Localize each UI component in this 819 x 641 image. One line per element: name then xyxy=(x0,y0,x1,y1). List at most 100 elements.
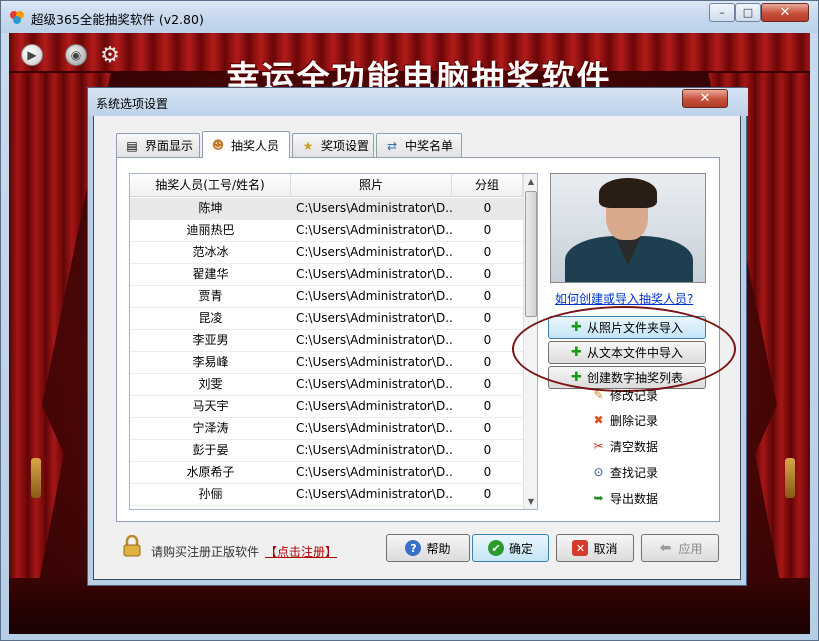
tab-display[interactable]: ▤ 界面显示 xyxy=(116,133,200,157)
sound-icon[interactable]: ◉ xyxy=(65,44,87,66)
cell-photo: C:\Users\Administrator\D... xyxy=(296,201,452,215)
cell-group: 0 xyxy=(483,443,492,457)
cell-name: 刘雯 xyxy=(198,377,223,391)
gear-icon[interactable]: ⚙ xyxy=(99,43,121,68)
cell-photo: C:\Users\Administrator\D... xyxy=(296,487,452,501)
button-label: 确定 xyxy=(508,541,533,556)
table-row[interactable]: 贾青 C:\Users\Administrator\D... 0 xyxy=(130,286,523,308)
table-row[interactable]: 范冰冰 C:\Users\Administrator\D... 0 xyxy=(130,242,523,264)
action-label: 导出数据 xyxy=(610,491,659,506)
cell-name: 李亚男 xyxy=(192,333,229,347)
clear-data-action[interactable]: ✂ 清空数据 xyxy=(591,437,658,455)
cell-photo: C:\Users\Administrator\D... xyxy=(296,399,452,413)
cell-name: 彭于晏 xyxy=(192,443,229,457)
table-row[interactable]: 迪丽热巴 C:\Users\Administrator\D... 0 xyxy=(130,220,523,242)
lock-icon xyxy=(123,535,141,557)
cell-name: 昆凌 xyxy=(198,311,223,325)
delete-record-action[interactable]: ✖ 删除记录 xyxy=(591,411,658,429)
table-row[interactable]: 李亚男 C:\Users\Administrator\D... 0 xyxy=(130,330,523,352)
title-bar[interactable]: 超级365全能抽奖软件 (v2.80) – □ ✕ xyxy=(1,1,818,33)
tab-label: 奖项设置 xyxy=(321,139,370,153)
table-row[interactable]: 李易峰 C:\Users\Administrator\D... 0 xyxy=(130,352,523,374)
table-row[interactable]: 刘雯 C:\Users\Administrator\D... 0 xyxy=(130,374,523,396)
play-icon[interactable]: ▶ xyxy=(21,44,43,66)
winner-list-icon: ⇄ xyxy=(386,138,398,153)
apply-button[interactable]: ⬅ 应用 xyxy=(641,534,719,562)
action-label: 删除记录 xyxy=(610,413,659,428)
checkmark-icon: ✔ xyxy=(487,540,504,556)
import-photo-folder-button[interactable]: ✚ 从照片文件夹导入 xyxy=(548,316,706,339)
register-link[interactable]: 【点击注册】 xyxy=(265,543,337,560)
cell-group: 0 xyxy=(483,267,492,281)
cell-name: 翟建华 xyxy=(192,267,229,281)
button-label: 创建数字抽奖列表 xyxy=(586,371,683,385)
vertical-scrollbar[interactable]: ▲ ▼ xyxy=(523,174,537,509)
tab-winner-list[interactable]: ⇄ 中奖名单 xyxy=(376,133,462,157)
button-label: 帮助 xyxy=(426,541,451,556)
ok-button[interactable]: ✔ 确定 xyxy=(472,534,549,562)
cell-photo: C:\Users\Administrator\D... xyxy=(296,223,452,237)
cell-group: 0 xyxy=(483,201,492,215)
maximize-button[interactable]: □ xyxy=(735,3,761,22)
cancel-button[interactable]: ✕ 取消 xyxy=(556,534,634,562)
cell-name: 范冰冰 xyxy=(192,245,229,259)
cell-name: 陈坤 xyxy=(198,201,223,215)
cell-photo: C:\Users\Administrator\D... xyxy=(296,267,452,281)
table-row[interactable]: 水原希子 C:\Users\Administrator\D... 0 xyxy=(130,462,523,484)
cell-photo: C:\Users\Administrator\D... xyxy=(296,333,452,347)
table-row[interactable]: 翟建华 C:\Users\Administrator\D... 0 xyxy=(130,264,523,286)
button-label: 从照片文件夹导入 xyxy=(586,321,683,335)
tab-lottery-people[interactable]: ☻ 抽奖人员 xyxy=(202,131,290,158)
cell-photo: C:\Users\Administrator\D... xyxy=(296,311,452,325)
plus-icon: ✚ xyxy=(571,370,582,385)
help-icon: ? xyxy=(405,540,422,556)
button-label: 取消 xyxy=(593,541,618,556)
table-row[interactable]: 彭于晏 C:\Users\Administrator\D... 0 xyxy=(130,440,523,462)
table-row[interactable]: 昆凌 C:\Users\Administrator\D... 0 xyxy=(130,308,523,330)
export-data-action[interactable]: ➥ 导出数据 xyxy=(591,489,658,507)
scroll-down-arrow-icon[interactable]: ▼ xyxy=(524,494,537,509)
button-label: 应用 xyxy=(678,541,703,556)
people-table[interactable]: 抽奖人员(工号/姓名) 照片 分组 陈坤 C:\Users\Administrat… xyxy=(129,173,538,510)
tab-label: 界面显示 xyxy=(145,139,194,153)
dialog-title-bar[interactable]: 系统选项设置 ✕ xyxy=(88,88,748,116)
tab-prize-settings[interactable]: ★ 奖项设置 xyxy=(292,133,374,157)
tab-label: 中奖名单 xyxy=(405,139,454,153)
table-row[interactable]: 陈坤 C:\Users\Administrator\D... 0 xyxy=(130,198,523,220)
table-row[interactable]: 孙俪 C:\Users\Administrator\D... 0 xyxy=(130,484,523,506)
cell-name: 迪丽热巴 xyxy=(186,223,235,237)
cell-photo: C:\Users\Administrator\D... xyxy=(296,421,452,435)
column-header-photo[interactable]: 照片 xyxy=(291,174,452,197)
scrollbar-thumb[interactable] xyxy=(525,191,537,317)
dialog-close-button[interactable]: ✕ xyxy=(682,89,728,108)
table-row[interactable]: 马天宇 C:\Users\Administrator\D... 0 xyxy=(130,396,523,418)
help-button[interactable]: ? 帮助 xyxy=(386,534,470,562)
import-help-link[interactable]: 如何创建或导入抽奖人员? xyxy=(555,290,693,307)
cell-name: 马天宇 xyxy=(192,399,229,413)
scroll-up-arrow-icon[interactable]: ▲ xyxy=(524,174,537,189)
plus-icon: ✚ xyxy=(571,320,582,335)
edit-record-action[interactable]: ✎ 修改记录 xyxy=(591,386,658,404)
person-icon: ☻ xyxy=(211,138,225,152)
table-row[interactable]: 宁泽涛 C:\Users\Administrator\D... 0 xyxy=(130,418,523,440)
cell-photo: C:\Users\Administrator\D... xyxy=(296,245,452,259)
dialog-title: 系统选项设置 xyxy=(96,97,169,111)
import-text-file-button[interactable]: ✚ 从文本文件中导入 xyxy=(548,341,706,364)
find-record-action[interactable]: ⊙ 查找记录 xyxy=(591,463,658,481)
minimize-button[interactable]: – xyxy=(709,3,735,22)
cell-photo: C:\Users\Administrator\D... xyxy=(296,289,452,303)
cell-group: 0 xyxy=(483,465,492,479)
column-header-group[interactable]: 分组 xyxy=(452,174,523,197)
window-title: 超级365全能抽奖软件 (v2.80) xyxy=(31,12,204,27)
cell-group: 0 xyxy=(483,399,492,413)
cell-group: 0 xyxy=(483,333,492,347)
options-dialog: 系统选项设置 ✕ ▤ 界面显示 ☻ 抽奖人员 ★ 奖项设置 ⇄ 中奖名单 抽奖人… xyxy=(88,88,748,580)
stage-floor xyxy=(9,578,810,634)
cell-group: 0 xyxy=(483,377,492,391)
close-button[interactable]: ✕ xyxy=(761,3,809,22)
column-header-name[interactable]: 抽奖人员(工号/姓名) xyxy=(130,174,291,197)
cell-photo: C:\Users\Administrator\D... xyxy=(296,355,452,369)
cell-name: 孙俪 xyxy=(198,487,223,501)
action-label: 查找记录 xyxy=(610,465,659,480)
cell-group: 0 xyxy=(483,289,492,303)
